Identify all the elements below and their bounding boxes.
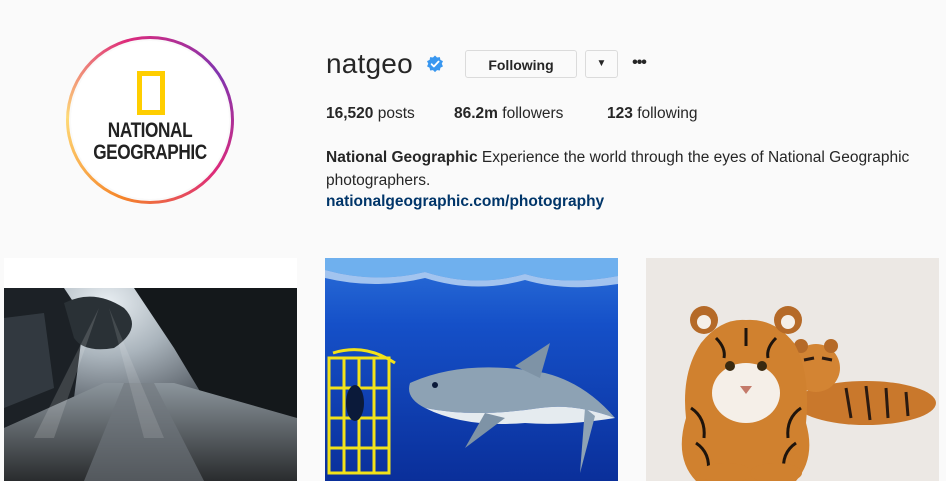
ellipsis-icon: ••• bbox=[632, 54, 647, 71]
shark-photo bbox=[325, 258, 618, 481]
following-label: following bbox=[637, 105, 698, 122]
forest-photo bbox=[4, 258, 297, 481]
profile-avatar[interactable]: NATIONAL GEOGRAPHIC bbox=[66, 36, 234, 204]
followers-label: followers bbox=[502, 105, 564, 122]
following-button[interactable]: Following bbox=[465, 50, 577, 78]
followers-count: 86.2m bbox=[454, 105, 498, 122]
posts-count: 16,520 bbox=[326, 105, 374, 122]
logo-line-1: NATIONAL bbox=[107, 119, 193, 142]
caret-down-icon: ▼ bbox=[596, 58, 607, 69]
post-thumbnail-tigers[interactable] bbox=[646, 258, 939, 481]
yellow-border-icon bbox=[137, 71, 165, 115]
username: natgeo bbox=[326, 48, 413, 79]
following-count: 123 bbox=[607, 105, 633, 122]
posts-stat: 16,520 posts bbox=[326, 105, 415, 123]
natgeo-logo: NATIONAL GEOGRAPHIC bbox=[71, 41, 229, 199]
more-options-button[interactable]: ••• bbox=[628, 50, 650, 78]
following-stat[interactable]: 123 following bbox=[607, 105, 698, 123]
post-thumbnail-forest[interactable] bbox=[4, 258, 297, 481]
bio: National Geographic Experience the world… bbox=[326, 146, 936, 192]
post-thumbnail-shark[interactable] bbox=[325, 258, 618, 481]
bio-link[interactable]: nationalgeographic.com/photography bbox=[326, 193, 604, 211]
verified-badge-icon bbox=[427, 55, 443, 73]
logo-line-2: GEOGRAPHIC bbox=[93, 141, 207, 164]
suggested-dropdown-button[interactable]: ▼ bbox=[585, 50, 618, 78]
bio-name: National Geographic bbox=[326, 149, 478, 166]
followers-stat[interactable]: 86.2m followers bbox=[454, 105, 563, 123]
tigers-photo bbox=[646, 258, 939, 481]
posts-label: posts bbox=[377, 105, 415, 122]
